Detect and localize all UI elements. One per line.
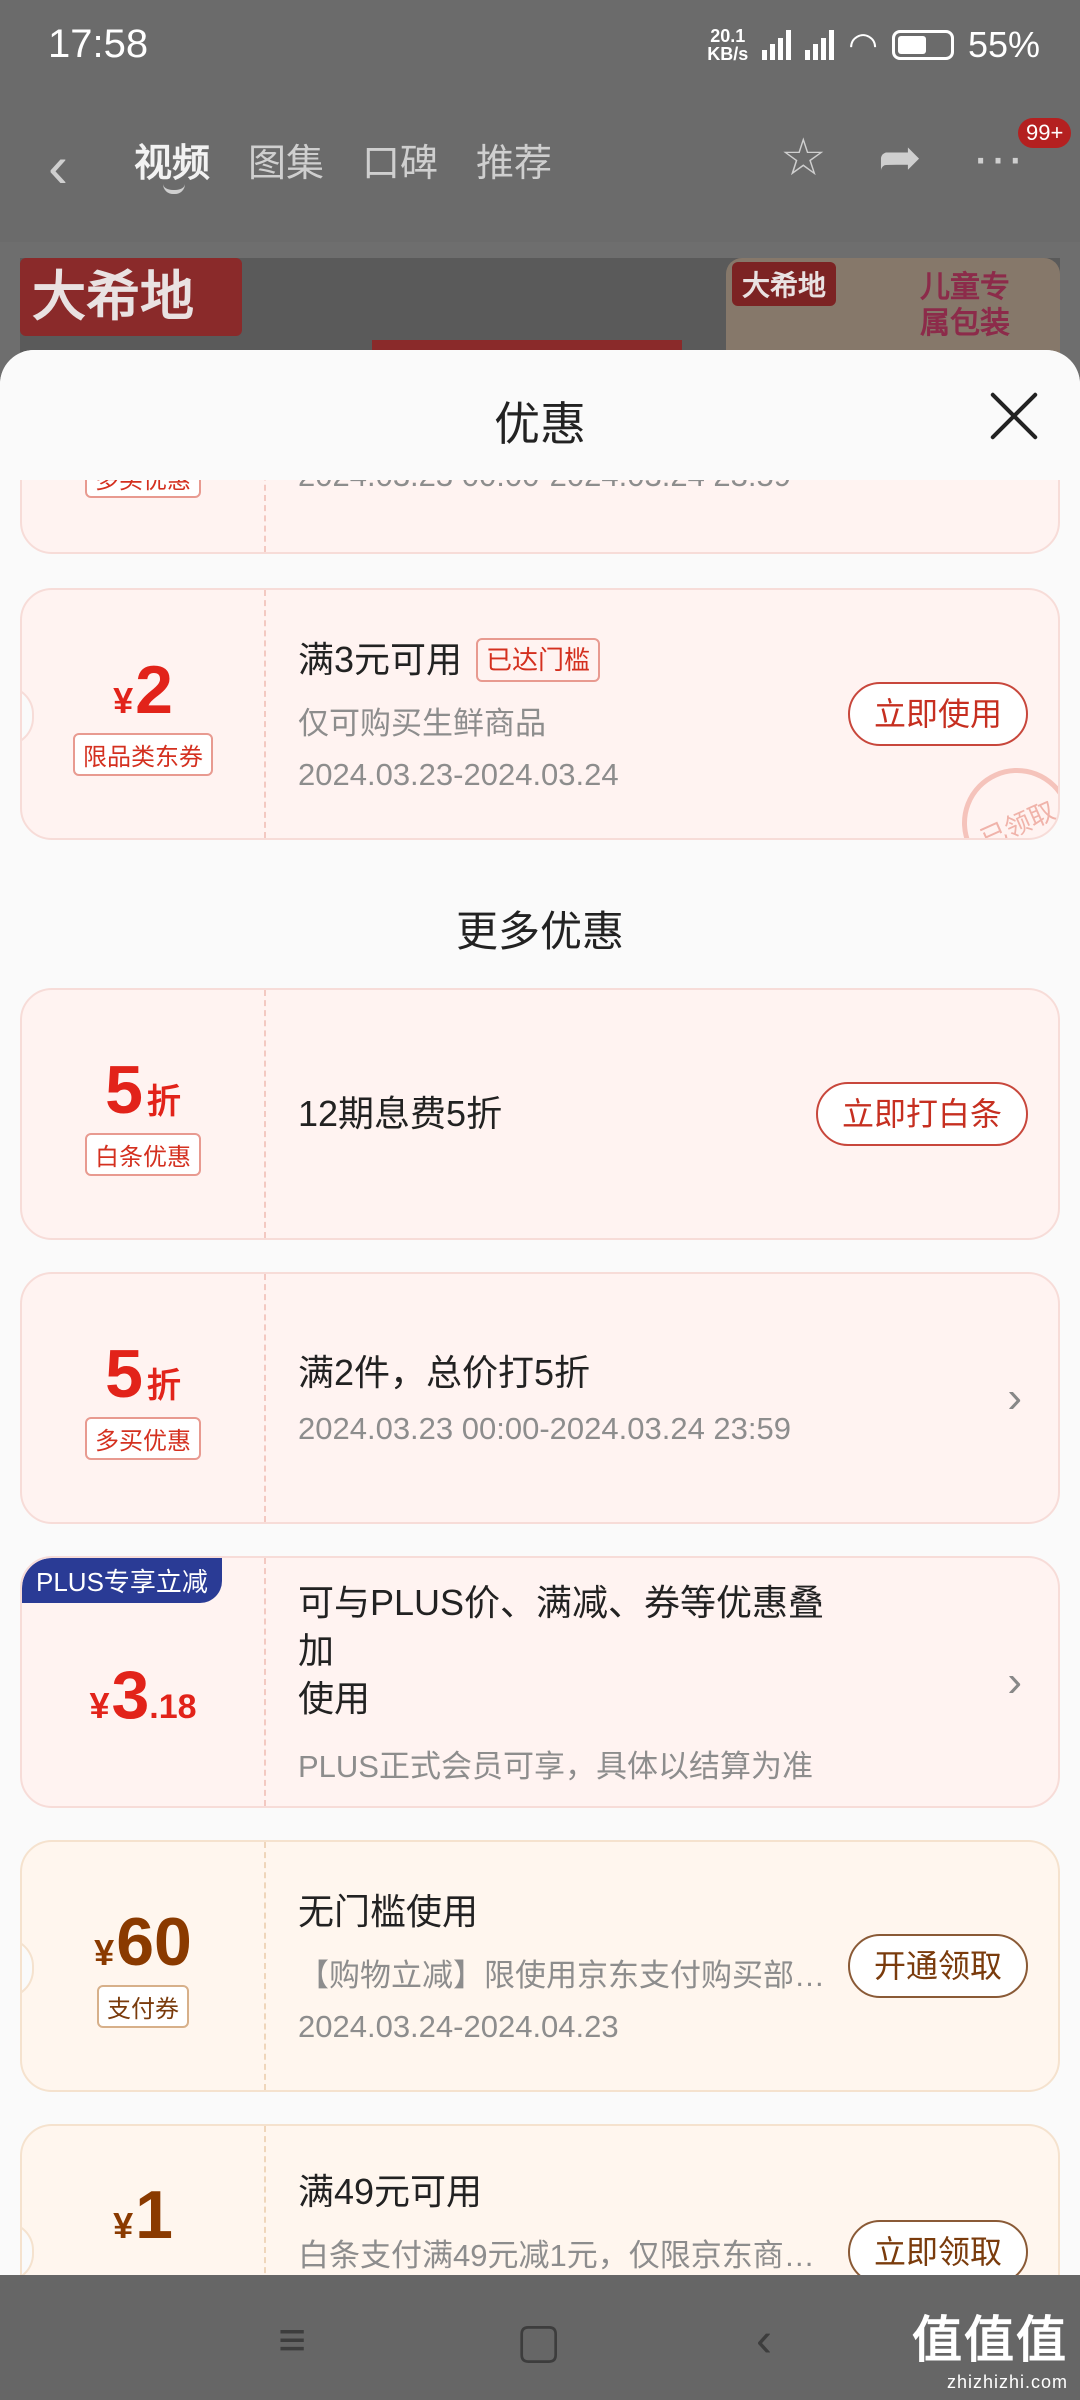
watermark: 值值值 zhizhizhi.com: [912, 2312, 1068, 2392]
claimed-stamp: 已领取: [944, 750, 1058, 838]
tab-indicator: [163, 184, 185, 194]
sheet-header: 优惠: [0, 350, 1080, 480]
battery-percent: 55%: [967, 24, 1040, 65]
card-tag: 限品类东券: [73, 732, 213, 776]
more-icon[interactable]: ···: [972, 128, 1024, 188]
use-baitiao-button[interactable]: 立即打白条: [815, 1082, 1028, 1146]
plus-desc-2: 使用: [298, 1677, 371, 1719]
network-speed: 20.1 KB/s: [707, 26, 749, 64]
menu-icon[interactable]: ≡: [278, 2313, 306, 2368]
card-coupon-1[interactable]: ¥ 1 满49元可用 白条支付满49元减1元，仅限京东商… 立即领取: [20, 2124, 1060, 2275]
chevron-right-icon[interactable]: ›: [1007, 1657, 1022, 1707]
notification-badge: 99+: [1018, 118, 1072, 148]
wifi-icon: ◠: [848, 26, 878, 64]
star-icon[interactable]: ☆: [780, 128, 827, 188]
pay-coupon-amount: ¥ 60: [94, 1903, 192, 1980]
card-pay-coupon[interactable]: ¥ 60 支付券 无门槛使用 【购物立减】限使用京东支付购买部… 2024.03…: [20, 1840, 1060, 2092]
activate-claim-button[interactable]: 开通领取: [847, 1934, 1028, 1998]
back-icon[interactable]: ‹: [756, 2313, 772, 2368]
tab-recommend[interactable]: 推荐: [476, 132, 552, 187]
discount-amount: 5 折: [105, 1051, 181, 1128]
chevron-right-icon[interactable]: ›: [1007, 1373, 1022, 1423]
coupon-1-amount: ¥ 1: [113, 2177, 173, 2253]
card-coupon-2[interactable]: ¥ 2 限品类东券 满3元可用 已达门槛 仅可购买生鲜商品 2024.03.23…: [20, 588, 1060, 840]
home-icon[interactable]: ▢: [516, 2313, 561, 2369]
status-icons: 20.1 KB/s ◠ 55%: [707, 24, 1040, 66]
threshold-reached-badge: 已达门槛: [476, 637, 601, 682]
sheet-title: 优惠: [494, 398, 586, 450]
coupon-date: 2024.03.23-2024.03.24: [298, 756, 619, 792]
use-now-button[interactable]: 立即使用: [847, 682, 1028, 746]
close-icon[interactable]: [988, 390, 1040, 442]
status-time: 17:58: [48, 22, 149, 66]
app-header: ‹ 视频 图集 口碑 推荐 ☆ ➦ ··· 99+: [0, 92, 1080, 242]
top-tabs: 视频 图集 口碑 推荐: [134, 132, 552, 187]
brand-logo: 大希地: [20, 258, 242, 336]
card-multi-buy[interactable]: 5 折 多买优惠 满2件，总价打5折 2024.03.23 00:00-2024…: [20, 1272, 1060, 1524]
plus-amount: ¥ 3 .18: [89, 1657, 197, 1733]
signal-icon: [762, 30, 792, 60]
coupon-scope: 仅可购买生鲜商品: [298, 705, 546, 741]
discount-amount: 5 折: [105, 1335, 181, 1412]
share-icon[interactable]: ➦: [878, 128, 922, 188]
card-tag: 多买优惠: [85, 1416, 201, 1460]
claim-now-button[interactable]: 立即领取: [847, 2220, 1028, 2275]
coupon-amount: ¥ 2: [113, 651, 173, 728]
multi-buy-date: 2024.03.23 00:00-2024.03.24 23:59: [298, 1411, 792, 1446]
tab-gallery[interactable]: 图集: [248, 132, 324, 187]
card-tag: 支付券: [97, 1984, 189, 2028]
multi-buy-desc: 满2件，总价打5折: [298, 1352, 591, 1393]
card-plus[interactable]: PLUS专享立减 ¥ 3 .18 可与PLUS价、满减、券等优惠叠加 使用 PL…: [20, 1556, 1060, 1808]
pay-coupon-scope: 【购物立减】限使用京东支付购买部…: [298, 1957, 825, 1993]
tab-video[interactable]: 视频: [134, 132, 210, 187]
card-baitiao[interactable]: 5 折 白条优惠 12期息费5折 立即打白条: [20, 988, 1060, 1240]
plus-note: PLUS正式会员可享，具体以结算为准: [298, 1748, 813, 1784]
battery-icon: [891, 30, 954, 60]
baitiao-desc: 12期息费5折: [298, 1093, 503, 1134]
brand-logo-small: 大希地: [732, 262, 837, 306]
kids-pack-label: 儿童专属包装: [920, 271, 1010, 340]
section-title: 更多优惠: [455, 908, 624, 955]
status-bar: 17:58 20.1 KB/s ◠ 55%: [0, 0, 1080, 92]
plus-desc-1: 可与PLUS价、满减、券等优惠叠加: [298, 1581, 825, 1671]
coupon-1-condition: 满49元可用: [298, 2171, 483, 2212]
back-arrow-icon[interactable]: ‹: [48, 132, 68, 201]
coupon-condition: 满3元可用: [298, 638, 463, 680]
tab-reviews[interactable]: 口碑: [362, 132, 438, 187]
pay-coupon-date: 2024.03.24-2024.04.23: [298, 2008, 619, 2044]
pay-coupon-condition: 无门槛使用: [298, 1890, 479, 1932]
coupon-1-scope: 白条支付满49元减1元，仅限京东商…: [298, 2238, 815, 2273]
card-tag: 白条优惠: [85, 1132, 201, 1176]
promotion-sheet: 多买优惠 2024.03.23 00:00-2024.03.24 23:59 优…: [0, 350, 1080, 2275]
signal-icon-2: [805, 30, 835, 60]
